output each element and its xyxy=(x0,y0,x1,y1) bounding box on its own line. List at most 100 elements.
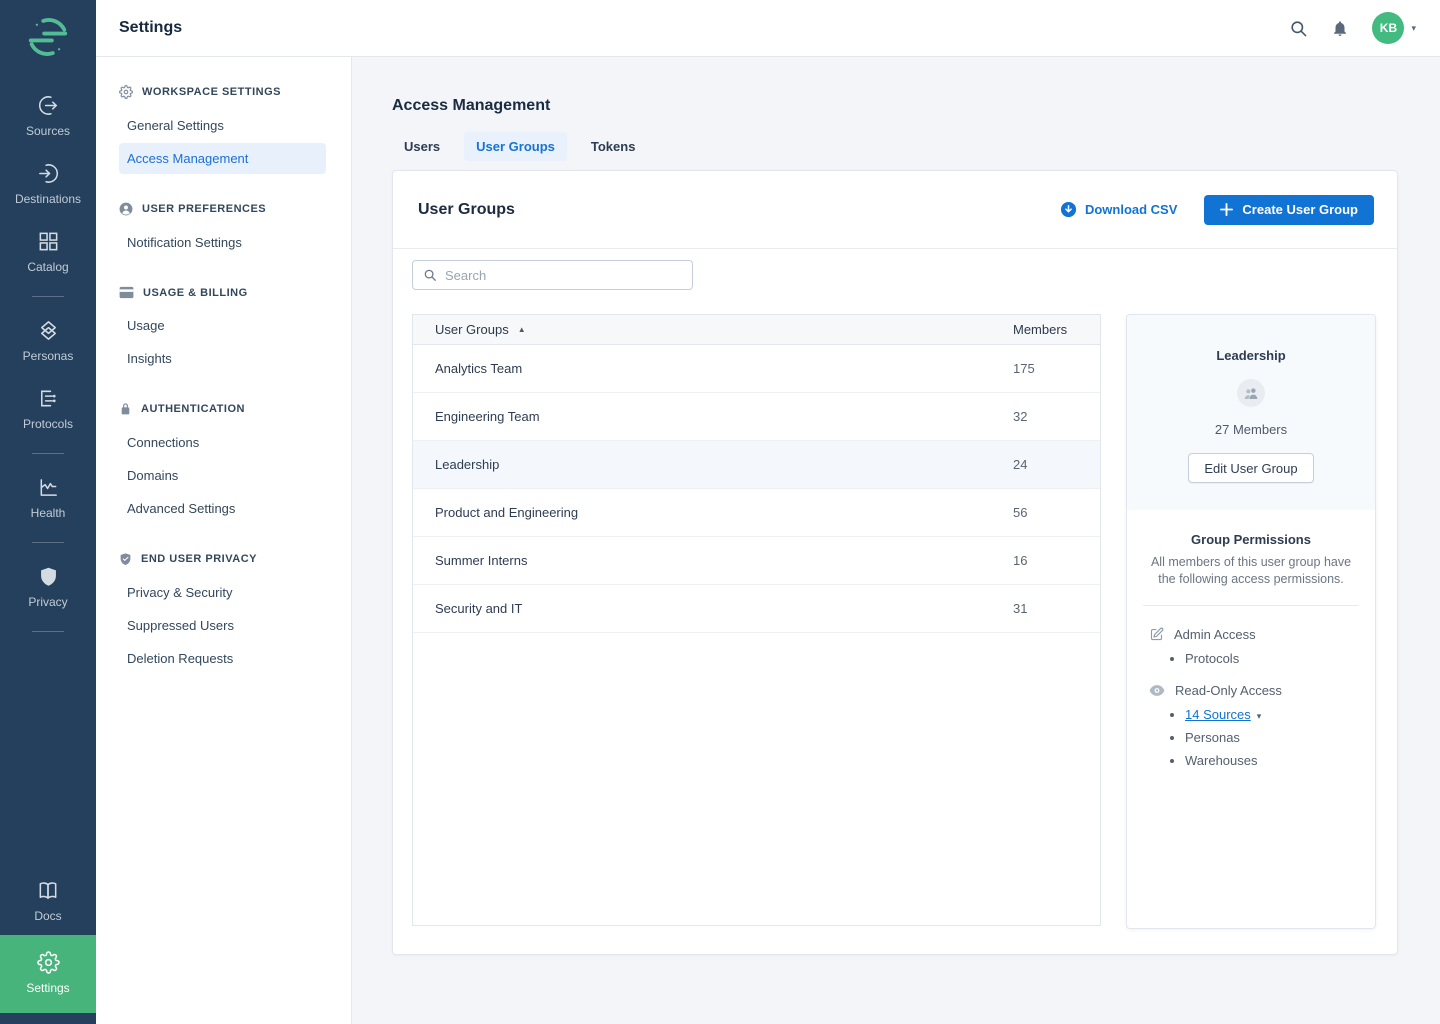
personas-icon xyxy=(37,319,60,342)
table-row[interactable]: Product and Engineering 56 xyxy=(413,489,1100,537)
topbar-actions: KB ▾ xyxy=(1289,12,1416,44)
group-members-count: 56 xyxy=(1013,505,1083,520)
tab-user-groups[interactable]: User Groups xyxy=(464,132,567,161)
search-icon xyxy=(423,268,437,282)
divider xyxy=(1143,605,1359,606)
readonly-access-header: Read-Only Access xyxy=(1143,683,1359,698)
subnav-item-privacy-security[interactable]: Privacy & Security xyxy=(119,577,326,608)
rail-item-protocols[interactable]: Protocols xyxy=(0,375,96,443)
subnav-item-insights[interactable]: Insights xyxy=(119,343,326,374)
group-detail-title: Leadership xyxy=(1139,348,1363,363)
section-label: Workspace Settings xyxy=(142,86,281,98)
rail-item-sources[interactable]: Sources xyxy=(0,82,96,150)
chevron-down-icon: ▾ xyxy=(1411,23,1416,34)
column-header-user-groups[interactable]: User Groups ▲ xyxy=(435,322,1013,337)
admin-access-label: Admin Access xyxy=(1174,627,1256,642)
rail-item-label: Destinations xyxy=(15,192,81,206)
subnav-item-suppressed-users[interactable]: Suppressed Users xyxy=(119,610,326,641)
page-title: Access Management xyxy=(392,97,1398,115)
group-permissions: Group Permissions All members of this us… xyxy=(1127,510,1375,768)
subnav-item-deletion-requests[interactable]: Deletion Requests xyxy=(119,643,326,674)
admin-access-header: Admin Access xyxy=(1143,627,1359,642)
download-csv-link[interactable]: Download CSV xyxy=(1060,201,1177,218)
privacy-shield-icon xyxy=(38,565,59,588)
create-user-group-button[interactable]: Create User Group xyxy=(1204,195,1374,225)
permission-item: Personas xyxy=(1185,730,1359,745)
sort-asc-icon: ▲ xyxy=(518,325,526,334)
table-row[interactable]: Summer Interns 16 xyxy=(413,537,1100,585)
group-members-count: 24 xyxy=(1013,457,1083,472)
user-groups-table: User Groups ▲ Members Analytics Team 175 xyxy=(412,314,1101,926)
admin-access-list: Protocols xyxy=(1143,651,1359,666)
rail-item-label: Docs xyxy=(34,909,61,923)
sources-count-link[interactable]: 14 Sources xyxy=(1185,707,1251,722)
section-head: Workspace Settings xyxy=(96,77,351,108)
search-input[interactable] xyxy=(445,268,682,283)
column-header-members[interactable]: Members xyxy=(1013,322,1083,337)
protocols-icon xyxy=(37,387,60,410)
permission-item: 14 Sources ▾ xyxy=(1185,707,1359,722)
tab-users[interactable]: Users xyxy=(392,132,452,161)
rail-item-label: Settings xyxy=(26,981,69,995)
section-label: Usage & Billing xyxy=(143,287,248,299)
segment-logo-icon[interactable] xyxy=(25,0,71,82)
table-row[interactable]: Security and IT 31 xyxy=(413,585,1100,633)
rail-item-label: Personas xyxy=(23,349,74,363)
subnav-item-domains[interactable]: Domains xyxy=(119,460,326,491)
group-name: Engineering Team xyxy=(435,409,1013,424)
subnav-section-authentication: Authentication Connections Domains Advan… xyxy=(96,394,351,524)
section-label: End User Privacy xyxy=(141,553,257,565)
rail-divider xyxy=(32,296,64,297)
subnav-item-notification-settings[interactable]: Notification Settings xyxy=(119,227,326,258)
subnav-item-connections[interactable]: Connections xyxy=(119,427,326,458)
docs-book-icon xyxy=(36,879,60,902)
chevron-down-icon[interactable]: ▾ xyxy=(1257,711,1262,721)
notifications-bell-icon[interactable] xyxy=(1331,19,1349,38)
rail-item-label: Privacy xyxy=(28,595,67,609)
group-avatar xyxy=(1237,379,1265,407)
subnav-section-workspace: Workspace Settings General Settings Acce… xyxy=(96,77,351,174)
tab-tokens[interactable]: Tokens xyxy=(579,132,648,161)
section-label: User Preferences xyxy=(142,203,266,215)
rail-item-destinations[interactable]: Destinations xyxy=(0,150,96,218)
group-members-count: 175 xyxy=(1013,361,1083,376)
table-row[interactable]: Analytics Team 175 xyxy=(413,345,1100,393)
subnav-item-usage[interactable]: Usage xyxy=(119,310,326,341)
catalog-icon xyxy=(37,230,60,253)
user-menu[interactable]: KB ▾ xyxy=(1372,12,1416,44)
edit-user-group-button[interactable]: Edit User Group xyxy=(1188,453,1313,483)
rail-item-catalog[interactable]: Catalog xyxy=(0,218,96,286)
search-icon[interactable] xyxy=(1289,19,1308,38)
rail-item-health[interactable]: Health xyxy=(0,464,96,532)
group-detail-panel: Leadership 27 Members xyxy=(1126,314,1376,929)
rail-item-docs[interactable]: Docs xyxy=(0,867,96,935)
rail-item-privacy[interactable]: Privacy xyxy=(0,553,96,621)
table-row[interactable]: Engineering Team 32 xyxy=(413,393,1100,441)
subnav-item-general-settings[interactable]: General Settings xyxy=(119,110,326,141)
readonly-access-list: 14 Sources ▾ Personas Warehouses xyxy=(1143,707,1359,768)
table-row-selected[interactable]: Leadership 24 xyxy=(413,441,1100,489)
gear-icon xyxy=(119,85,133,99)
group-name: Product and Engineering xyxy=(435,505,1013,520)
group-members-count: 32 xyxy=(1013,409,1083,424)
rail-divider xyxy=(32,453,64,454)
readonly-access-label: Read-Only Access xyxy=(1175,683,1282,698)
permission-item: Warehouses xyxy=(1185,753,1359,768)
sources-icon xyxy=(37,94,60,117)
subnav-item-advanced-settings[interactable]: Advanced Settings xyxy=(119,493,326,524)
section-head: Authentication xyxy=(96,394,351,425)
subnav-item-access-management[interactable]: Access Management xyxy=(119,143,326,174)
group-members-count: 31 xyxy=(1013,601,1083,616)
avatar: KB xyxy=(1372,12,1404,44)
card-title: User Groups xyxy=(418,201,515,219)
rail-item-personas[interactable]: Personas xyxy=(0,307,96,375)
plus-icon xyxy=(1220,203,1233,216)
main-content: Access Management Users User Groups Toke… xyxy=(352,57,1440,1024)
rail-item-settings[interactable]: Settings xyxy=(0,935,96,1013)
tab-bar: Users User Groups Tokens xyxy=(392,132,1398,161)
group-member-count: 27 Members xyxy=(1139,422,1363,437)
section-head: Usage & Billing xyxy=(96,278,351,308)
app-rail: Sources Destinations Catalog Personas xyxy=(0,0,96,1024)
shield-icon xyxy=(119,552,132,566)
card-body: User Groups ▲ Members Analytics Team 175 xyxy=(393,249,1397,954)
